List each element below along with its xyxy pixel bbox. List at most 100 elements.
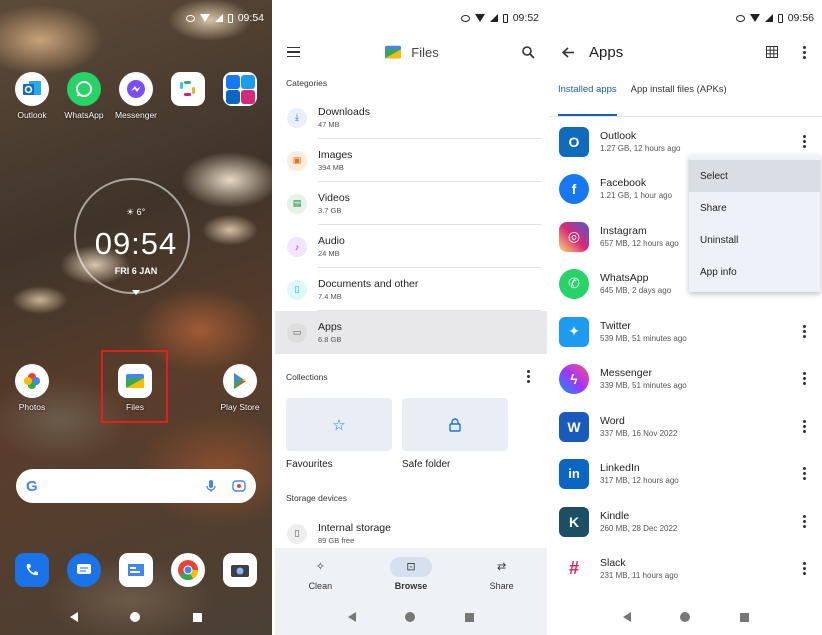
tab-installed-apps[interactable]: Installed apps	[558, 84, 617, 116]
dock-messages[interactable]	[56, 553, 112, 587]
sparkle-icon: ✧	[315, 561, 325, 573]
back-button[interactable]	[622, 612, 631, 622]
app-messenger[interactable]: Messenger	[108, 72, 164, 120]
back-button[interactable]	[347, 612, 356, 622]
more-options-icon[interactable]	[794, 420, 814, 433]
tab-clean[interactable]: ✧ Clean	[285, 557, 355, 591]
tab-browse[interactable]: ⊡ Browse	[376, 556, 446, 591]
favourites-label: Favourites	[286, 459, 333, 470]
grid-view-icon[interactable]	[766, 46, 778, 58]
files-highlight-box	[101, 350, 168, 423]
home-button[interactable]	[130, 612, 141, 622]
app-row-twitter[interactable]: ✦ Twitter 539 MB, 51 minutes ago	[550, 308, 822, 355]
video-icon: ▤	[287, 193, 307, 214]
more-options-icon[interactable]	[794, 372, 814, 385]
app-row-linkedin[interactable]: in LinkedIn 317 MB, 12 hours ago	[550, 450, 822, 497]
wifi-icon	[474, 14, 485, 22]
kindle-icon: K	[559, 506, 589, 537]
dock-phone[interactable]	[4, 553, 60, 587]
categories-header: Categories	[286, 78, 328, 88]
google-g-icon: G	[26, 477, 38, 495]
category-images[interactable]: ▣ Images 394 MB	[275, 139, 547, 182]
download-icon: ⤓	[287, 107, 307, 128]
messenger-icon	[119, 72, 153, 106]
menu-item-select[interactable]: Select	[689, 160, 820, 192]
apps-icon: ▭	[287, 322, 307, 343]
back-arrow-icon[interactable]	[562, 46, 575, 58]
more-options-icon[interactable]	[794, 515, 814, 528]
whatsapp-icon: ✆	[559, 268, 589, 299]
back-button[interactable]	[70, 612, 79, 622]
dock-news[interactable]	[108, 553, 164, 587]
category-downloads[interactable]: ⤓ Downloads 47 MB	[275, 96, 547, 139]
google-news-icon	[119, 553, 153, 587]
linkedin-icon: in	[559, 458, 589, 489]
weather-temp: ☀ 6°	[126, 207, 146, 217]
app-row-kindle[interactable]: K Kindle 260 MB, 28 Dec 2022	[550, 498, 822, 545]
app-whatsapp[interactable]: WhatsApp	[56, 72, 112, 120]
tab-share[interactable]: ⇄ Share	[467, 557, 537, 591]
favourites-card[interactable]: ☆	[286, 398, 392, 451]
messenger-icon: ϟ	[559, 363, 589, 394]
home-button[interactable]	[405, 612, 416, 622]
app-context-menu: Select Share Uninstall App info	[689, 155, 820, 292]
app-folder-slack[interactable]	[160, 72, 216, 106]
recents-button[interactable]	[465, 612, 475, 622]
outlook-icon	[15, 72, 49, 106]
menu-item-app-info[interactable]: App info	[689, 256, 820, 288]
files-logo-icon	[385, 45, 402, 59]
hamburger-menu-icon[interactable]	[287, 46, 300, 58]
app-play-store[interactable]: Play Store	[212, 364, 268, 412]
category-videos[interactable]: ▤ Videos 3.7 GB	[275, 182, 547, 225]
app-row-messenger[interactable]: ϟ Messenger 339 MB, 51 minutes ago	[550, 355, 822, 402]
menu-item-uninstall[interactable]: Uninstall	[689, 224, 820, 256]
menu-item-share[interactable]: Share	[689, 192, 820, 224]
play-store-icon	[223, 364, 257, 398]
slack-icon: #	[559, 553, 589, 584]
category-documents[interactable]: ▯ Documents and other 7.4 MB	[275, 268, 547, 311]
collections-more-icon[interactable]	[522, 370, 534, 383]
messages-icon	[67, 553, 101, 587]
category-audio[interactable]: ♪ Audio 24 MB	[275, 225, 547, 268]
instagram-icon	[240, 90, 255, 104]
audio-icon: ♪	[287, 236, 307, 257]
dock-chrome[interactable]	[160, 553, 216, 587]
eye-icon	[460, 14, 470, 22]
more-options-icon[interactable]	[798, 45, 810, 59]
chevron-down-icon	[132, 290, 140, 295]
document-icon: ▯	[287, 279, 307, 300]
instagram-icon: ◎	[559, 221, 589, 252]
safe-folder-card[interactable]	[402, 398, 508, 451]
lens-icon[interactable]	[232, 479, 246, 493]
app-row-word[interactable]: W Word 337 MB, 16 Nov 2022	[550, 403, 822, 450]
google-search-bar[interactable]: G	[16, 469, 256, 503]
more-options-icon[interactable]	[794, 325, 814, 338]
files-bottom-nav: ✧ Clean ⊡ Browse ⇄ Share	[275, 548, 547, 599]
signal-icon	[489, 14, 498, 22]
home-button[interactable]	[680, 612, 691, 622]
signal-icon	[764, 14, 773, 22]
eye-icon	[185, 14, 195, 22]
more-options-icon[interactable]	[794, 562, 814, 575]
tab-apk-files[interactable]: App install files (APKs)	[631, 84, 727, 114]
search-icon[interactable]	[522, 45, 535, 59]
mic-icon[interactable]	[206, 479, 216, 493]
app-outlook[interactable]: Outlook	[4, 72, 60, 120]
photos-icon	[15, 364, 49, 398]
social-folder-icon	[223, 72, 257, 106]
files-title: Files	[383, 44, 439, 60]
recents-button[interactable]	[740, 612, 750, 622]
dock-camera[interactable]	[212, 553, 268, 587]
app-folder-social[interactable]	[212, 72, 268, 106]
image-icon: ▣	[287, 150, 307, 171]
status-time: 09:52	[512, 12, 539, 24]
app-row-slack[interactable]: # Slack 231 MB, 11 hours ago	[550, 545, 822, 592]
app-photos[interactable]: Photos	[4, 364, 60, 412]
phone-icon	[15, 553, 49, 587]
status-time: 09:56	[787, 12, 814, 24]
more-options-icon[interactable]	[794, 135, 814, 148]
recents-button[interactable]	[192, 612, 202, 622]
facebook-icon	[225, 75, 240, 89]
more-options-icon[interactable]	[794, 467, 814, 480]
category-apps[interactable]: ▭ Apps 6.8 GB	[275, 311, 547, 354]
